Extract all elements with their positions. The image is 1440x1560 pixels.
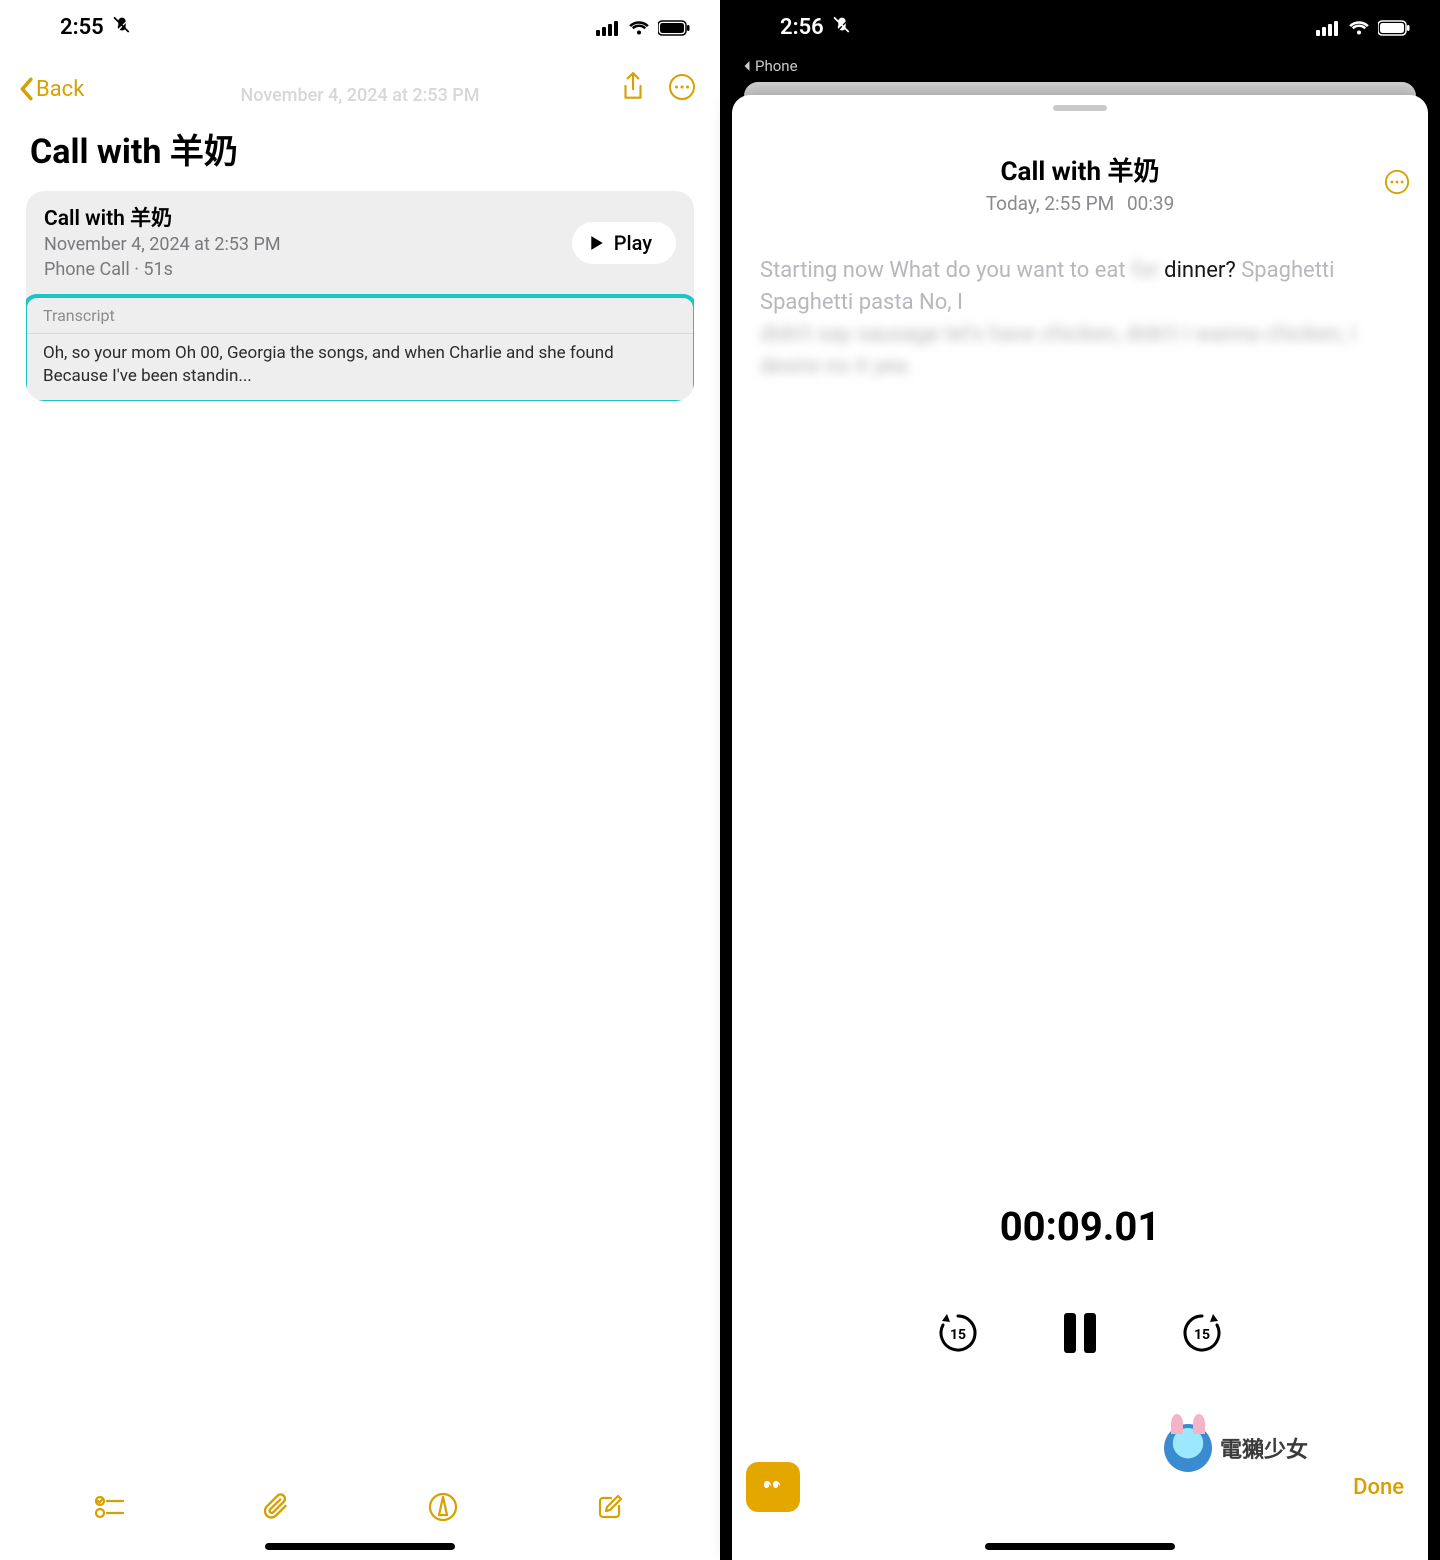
sheet-subtitle: Today, 2:55 PM 00:39 — [752, 192, 1408, 215]
transcript-box[interactable]: Transcript Oh, so your mom Oh 00, Georgi… — [26, 294, 694, 401]
mute-icon — [111, 14, 133, 42]
cellular-icon — [596, 20, 620, 36]
back-label: Back — [36, 77, 84, 102]
paperclip-icon — [264, 1492, 290, 1522]
home-indicator — [985, 1543, 1175, 1550]
forward-15-button[interactable]: 15 — [1179, 1310, 1225, 1360]
status-bar-right: 2:56 — [720, 0, 1440, 55]
player-controls: 15 15 — [732, 1310, 1428, 1360]
call-card-meta: Phone Call · 51s — [44, 258, 281, 282]
status-time-right: 2:56 — [780, 15, 824, 40]
more-icon — [668, 73, 696, 101]
sheet-title: Call with 羊奶 — [752, 151, 1408, 188]
checklist-button[interactable] — [95, 1494, 125, 1524]
wifi-icon — [628, 20, 650, 36]
watermark-avatar-icon — [1164, 1424, 1212, 1472]
pen-circle-icon — [428, 1492, 458, 1522]
caret-left-icon — [742, 60, 751, 72]
transcript-seg-blur2: didn't say sausage let's have chicken, d… — [760, 319, 1400, 383]
status-bar-left: 2:55 — [0, 0, 720, 55]
battery-icon — [658, 20, 690, 36]
checklist-icon — [95, 1494, 125, 1520]
transcript-seg-2: dinner? — [1164, 258, 1236, 283]
quote-icon — [758, 1474, 788, 1500]
call-card: Call with 羊奶 November 4, 2024 at 2:53 PM… — [26, 191, 694, 401]
home-indicator — [265, 1543, 455, 1550]
call-card-date: November 4, 2024 at 2:53 PM — [44, 233, 281, 257]
bottom-toolbar — [0, 1492, 720, 1526]
more-icon — [1384, 169, 1410, 195]
more-button[interactable] — [668, 73, 696, 105]
playback-timer: 00:09.01 — [732, 1203, 1428, 1250]
watermark: 電獺少女 — [1164, 1424, 1308, 1472]
live-transcript: Starting now What do you want to eat for… — [732, 215, 1428, 383]
transcript-label: Transcript — [27, 298, 693, 334]
call-card-title: Call with 羊奶 — [44, 205, 281, 233]
transcript-sheet: Call with 羊奶 Today, 2:55 PM 00:39 Starti… — [732, 95, 1428, 1560]
play-label: Play — [614, 231, 652, 255]
cellular-icon — [1316, 20, 1340, 36]
sheet-duration: 00:39 — [1127, 192, 1174, 215]
play-button[interactable]: Play — [572, 222, 676, 264]
back-button[interactable]: Back — [18, 77, 84, 102]
page-title: Call with 羊奶 — [0, 106, 720, 183]
watermark-text: 電獺少女 — [1220, 1432, 1308, 1464]
forward-15-icon: 15 — [1179, 1310, 1225, 1356]
faded-date: November 4, 2024 at 2:53 PM — [0, 85, 720, 106]
play-icon — [590, 235, 604, 251]
sheet-date: Today, 2:55 PM — [986, 192, 1115, 215]
pause-button[interactable] — [1061, 1310, 1099, 1360]
compose-icon — [597, 1493, 625, 1521]
attach-button[interactable] — [264, 1492, 290, 1526]
battery-icon — [1378, 20, 1410, 36]
share-icon — [620, 72, 646, 102]
markup-button[interactable] — [428, 1492, 458, 1526]
quote-button[interactable] — [746, 1462, 800, 1512]
compose-button[interactable] — [597, 1493, 625, 1525]
svg-text:15: 15 — [1194, 1327, 1210, 1343]
transcript-snippet: Oh, so your mom Oh 00, Georgia the songs… — [27, 334, 693, 400]
status-time: 2:55 — [60, 15, 104, 40]
rewind-15-icon: 15 — [935, 1310, 981, 1356]
wifi-icon — [1348, 20, 1370, 36]
transcript-seg-blur1: for — [1131, 258, 1159, 283]
status-indicators — [596, 20, 690, 36]
svg-text:15: 15 — [950, 1327, 966, 1343]
sheet-more-button[interactable] — [1384, 169, 1410, 199]
back-to-phone[interactable]: Phone — [720, 55, 1440, 75]
done-button[interactable]: Done — [1353, 1475, 1404, 1500]
rewind-15-button[interactable]: 15 — [935, 1310, 981, 1360]
pause-icon — [1061, 1310, 1099, 1356]
transcript-seg-1: Starting now What do you want to eat — [760, 258, 1131, 283]
mute-icon — [831, 14, 853, 42]
chevron-left-icon — [18, 77, 34, 101]
back-to-phone-label: Phone — [755, 57, 798, 75]
share-button[interactable] — [620, 72, 646, 106]
